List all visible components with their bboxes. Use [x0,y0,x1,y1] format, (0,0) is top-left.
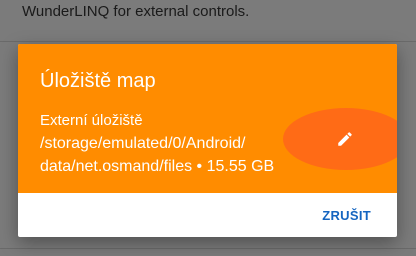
storage-dialog: Úložiště map Externí úložiště /storage/e… [18,44,397,237]
pencil-icon[interactable] [336,130,354,148]
storage-path: /storage/emulated/0/Android/ data/net.os… [40,132,310,178]
divider [0,248,416,249]
background-setting-description: WunderLINQ for external controls. [22,3,250,20]
dialog-title: Úložiště map [40,70,156,92]
storage-path-line: data/net.osmand/files • 15.55 GB [40,158,275,175]
cancel-button[interactable]: ZRUŠIT [316,203,377,229]
storage-label: Externí úložiště [40,112,143,129]
storage-path-line: /storage/emulated/0/Android/ [40,135,246,152]
divider [0,41,416,42]
storage-panel[interactable]: Úložiště map Externí úložiště /storage/e… [18,44,397,193]
